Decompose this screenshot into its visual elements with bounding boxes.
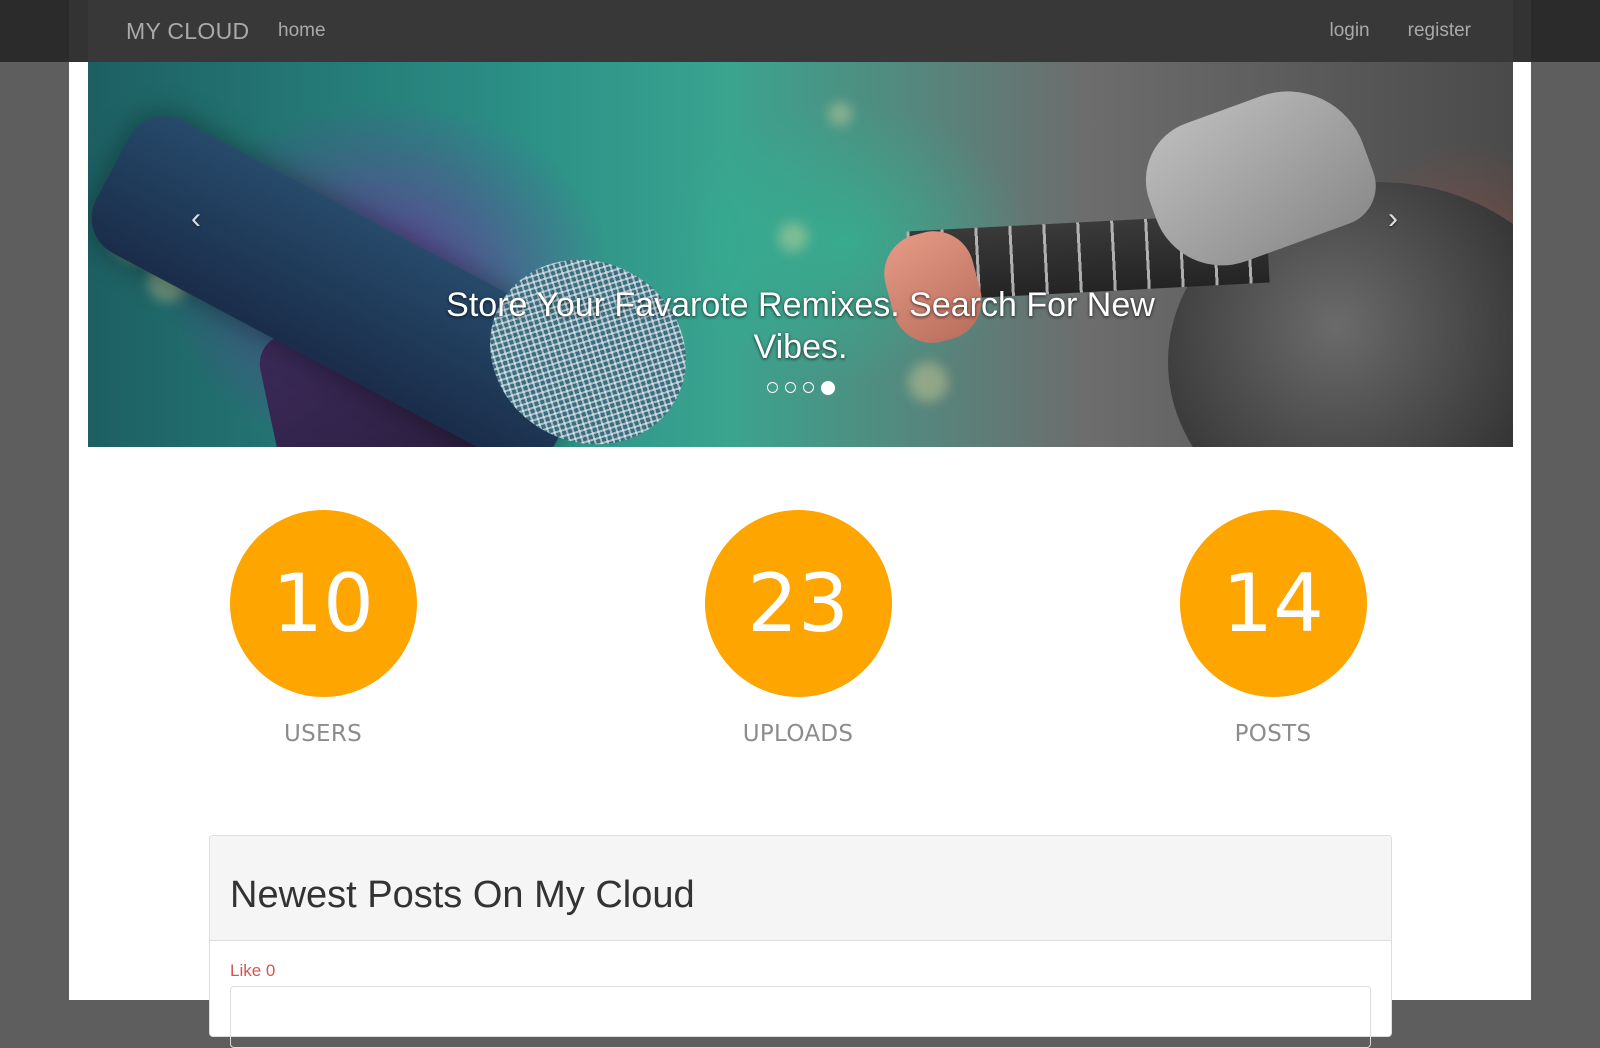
- carousel-indicator-2[interactable]: [784, 382, 796, 393]
- hero-carousel: ‹ › Store Your Favarote Remixes. Search …: [88, 62, 1513, 447]
- nav-home-link[interactable]: home: [278, 20, 326, 42]
- stat-users-value: 10: [229, 510, 417, 697]
- stat-users-label: USERS: [283, 721, 363, 747]
- carousel-caption-text: Store Your Favarote Remixes. Search For …: [446, 286, 1155, 366]
- newest-posts-panel: Newest Posts On My Cloud Like 0: [209, 835, 1392, 1048]
- carousel-next-control[interactable]: ›: [1388, 202, 1398, 236]
- brand-link[interactable]: MY CLOUD: [126, 18, 249, 45]
- panel-title: Newest Posts On My Cloud: [230, 874, 695, 916]
- carousel-prev-control[interactable]: ‹: [191, 202, 201, 236]
- login-link[interactable]: login: [1329, 20, 1369, 42]
- navbar: MY CLOUD home login register: [0, 0, 1600, 62]
- post-box: [230, 986, 1371, 1048]
- stat-users: 10 USERS: [228, 510, 418, 747]
- like-link[interactable]: Like 0: [230, 961, 275, 981]
- carousel-indicator-1[interactable]: [766, 382, 778, 393]
- panel-heading: Newest Posts On My Cloud: [210, 836, 1391, 941]
- navbar-inner: MY CLOUD home login register: [88, 0, 1513, 62]
- carousel-indicator-4[interactable]: [820, 381, 835, 395]
- stat-posts: 14 POSTS: [1178, 510, 1368, 747]
- stat-uploads-value: 23: [704, 510, 892, 697]
- carousel-indicators: [88, 381, 1513, 395]
- carousel-caption: Store Your Favarote Remixes. Search For …: [88, 284, 1513, 368]
- nav-right-links: login register: [1329, 20, 1471, 42]
- stat-posts-label: POSTS: [1234, 721, 1312, 747]
- stat-uploads: 23 UPLOADS: [703, 510, 893, 747]
- stat-uploads-label: UPLOADS: [742, 721, 854, 747]
- carousel-indicator-3[interactable]: [802, 382, 814, 393]
- stat-posts-value: 14: [1179, 510, 1367, 697]
- register-link[interactable]: register: [1408, 20, 1471, 42]
